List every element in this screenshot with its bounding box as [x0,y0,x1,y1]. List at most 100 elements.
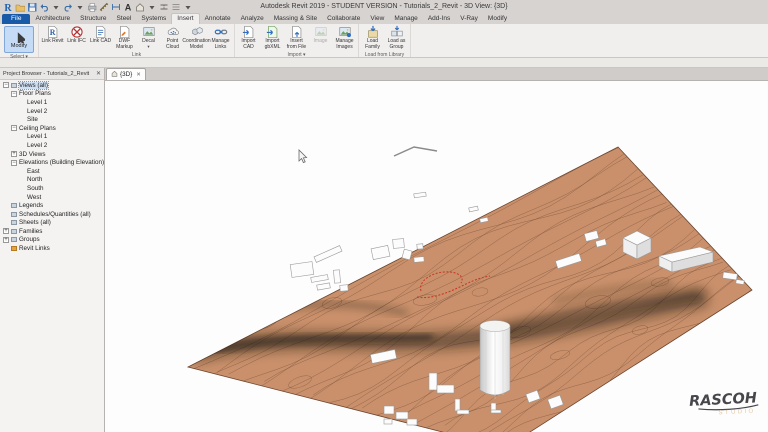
tree-item-east[interactable]: East [0,167,104,176]
text-icon[interactable]: A [123,2,133,12]
view-tab-3d[interactable]: {3D} ✕ [106,68,146,80]
ribbon-tab-insert[interactable]: Insert [171,13,200,24]
tree-item-level-1[interactable]: Level 1 [0,98,104,107]
ribbon-tab-collaborate[interactable]: Collaborate [322,14,365,24]
floating-roof-line[interactable] [393,146,438,157]
tree-item-revit-links[interactable]: Revit Links [0,244,104,253]
expander-icon[interactable]: + [3,236,9,243]
tree-item-north[interactable]: North [0,176,104,185]
print-icon[interactable] [87,2,97,12]
project-browser-tree: − Views (all) − Floor Plans Level 1 Level 2 Si… [0,80,104,432]
tree-item-site[interactable]: Site [0,115,104,124]
point-cloud-icon [167,27,179,35]
modify-button[interactable]: Modify [4,26,34,53]
ribbon-tab-massing-site[interactable]: Massing & Site [269,14,322,24]
toposurface[interactable] [186,146,753,432]
close-icon[interactable]: ✕ [136,72,141,78]
dwf-markup-button[interactable]: DWF Markup [113,25,136,51]
ribbon-tab-view[interactable]: View [365,14,389,24]
link-cad-button[interactable]: Link CAD [89,25,112,45]
import-cad-button[interactable]: Import CAD [237,25,260,51]
ribbon-tab-annotate[interactable]: Annotate [200,14,236,24]
tree-item-south[interactable]: South [0,184,104,193]
expander-icon[interactable]: − [11,125,17,132]
revit-logo[interactable]: R [3,2,13,12]
project-browser-header[interactable]: Project Browser - Tutorials_2_Revit ✕ [0,68,104,80]
open-icon[interactable] [15,2,25,12]
ribbon-tab-architecture[interactable]: Architecture [30,14,75,24]
coordination-model-icon [191,27,203,36]
tree-item-ceiling-plans[interactable]: − Ceiling Plans [0,124,104,133]
decal-button[interactable]: Decal ▾ [137,25,160,49]
redo-icon[interactable] [63,2,73,12]
print-icon [88,2,97,12]
drawing-area: {3D} ✕ RASCOH STUDIO [105,68,768,432]
link-revit-button[interactable]: R Link Revit [41,25,64,45]
ribbon-tab-manage[interactable]: Manage [389,14,423,24]
ribbon-tab-file[interactable]: File [2,14,31,24]
expander-icon[interactable]: − [11,90,17,97]
text-icon: A [125,2,132,12]
close-icon[interactable]: ✕ [94,70,101,77]
point-cloud-button[interactable]: Point Cloud [161,25,184,51]
link-ifc-button[interactable]: Link IFC [65,25,88,45]
expander-icon[interactable]: + [3,228,9,235]
manage-links-button[interactable]: Manage Links [209,25,232,51]
group-label-link: Link [131,51,142,58]
tree-item-families[interactable]: + Families [0,227,104,236]
insert-from-file-button[interactable]: Insert from File [285,25,308,51]
manage-images-button[interactable]: Manage Images [333,25,356,51]
tree-item-level-2[interactable]: Level 2 [0,107,104,116]
tree-item-elevations-building-elevation[interactable]: − Elevations (Building Elevation) [0,158,104,167]
ribbon-tab-steel[interactable]: Steel [112,14,137,24]
insert-from-file-icon [291,25,301,39]
undo-icon[interactable] [39,2,49,12]
caret-icon[interactable] [51,2,61,12]
dimension-icon[interactable] [111,2,121,12]
tree-item-icon [11,228,17,234]
svg-text:R: R [4,3,12,12]
tree-item-west[interactable]: West [0,193,104,202]
ribbon-tab-analyze[interactable]: Analyze [236,14,269,24]
options-bar [0,58,768,68]
tree-item-level-2[interactable]: Level 2 [0,141,104,150]
model-canvas[interactable]: RASCOH STUDIO [105,81,768,432]
caret-icon [149,5,155,9]
thinlines-icon[interactable] [171,2,181,12]
expander-icon[interactable]: − [3,82,9,89]
tree-item-sheets-all[interactable]: Sheets (all) [0,219,104,228]
expander-icon[interactable]: + [11,151,17,158]
caret-icon [53,5,59,9]
modify-cursor-icon [17,31,25,43]
coordination-model-button[interactable]: Coordination Model [182,25,211,51]
home3d-icon[interactable] [135,2,145,12]
select-group-label[interactable]: Select ▾ [2,53,36,61]
ribbon-tab-v-ray[interactable]: V-Ray [455,14,483,24]
load-family-button[interactable]: Load Family [361,25,384,51]
tree-item-views-all[interactable]: − Views (all) [0,80,104,90]
caret-icon[interactable] [75,2,85,12]
ribbon-tab-systems[interactable]: Systems [136,14,171,24]
save-icon[interactable] [27,2,37,12]
link-ifc-icon [70,26,83,38]
tree-item-3d-views[interactable]: +3D Views [0,150,104,159]
ribbon-tab-add-ins[interactable]: Add-Ins [423,14,455,24]
quick-access-toolbar[interactable]: RA [0,2,193,12]
import-gbxml-button[interactable]: Import gbXML [261,25,284,51]
ribbon-tab-modify[interactable]: Modify [483,14,512,24]
link-revit-icon: R [47,25,57,39]
caret-icon[interactable] [147,2,157,12]
tree-item-legends[interactable]: Legends [0,201,104,210]
caret-icon[interactable] [183,2,193,12]
expander-icon[interactable]: − [11,159,17,166]
tree-item-floor-plans[interactable]: − Floor Plans [0,90,104,99]
ribbon-tab-structure[interactable]: Structure [75,14,111,24]
tree-item-groups[interactable]: + Groups [0,236,104,245]
measure-icon[interactable] [99,2,109,12]
link-cad-icon [95,25,105,39]
load-as-group-button[interactable]: Load as Group [385,25,408,51]
tree-item-level-1[interactable]: Level 1 [0,133,104,142]
tree-item-schedules-quantities-all[interactable]: Schedules/Quantities (all) [0,210,104,219]
view-tab-label: {3D} [120,71,133,78]
section-icon[interactable] [159,2,169,12]
